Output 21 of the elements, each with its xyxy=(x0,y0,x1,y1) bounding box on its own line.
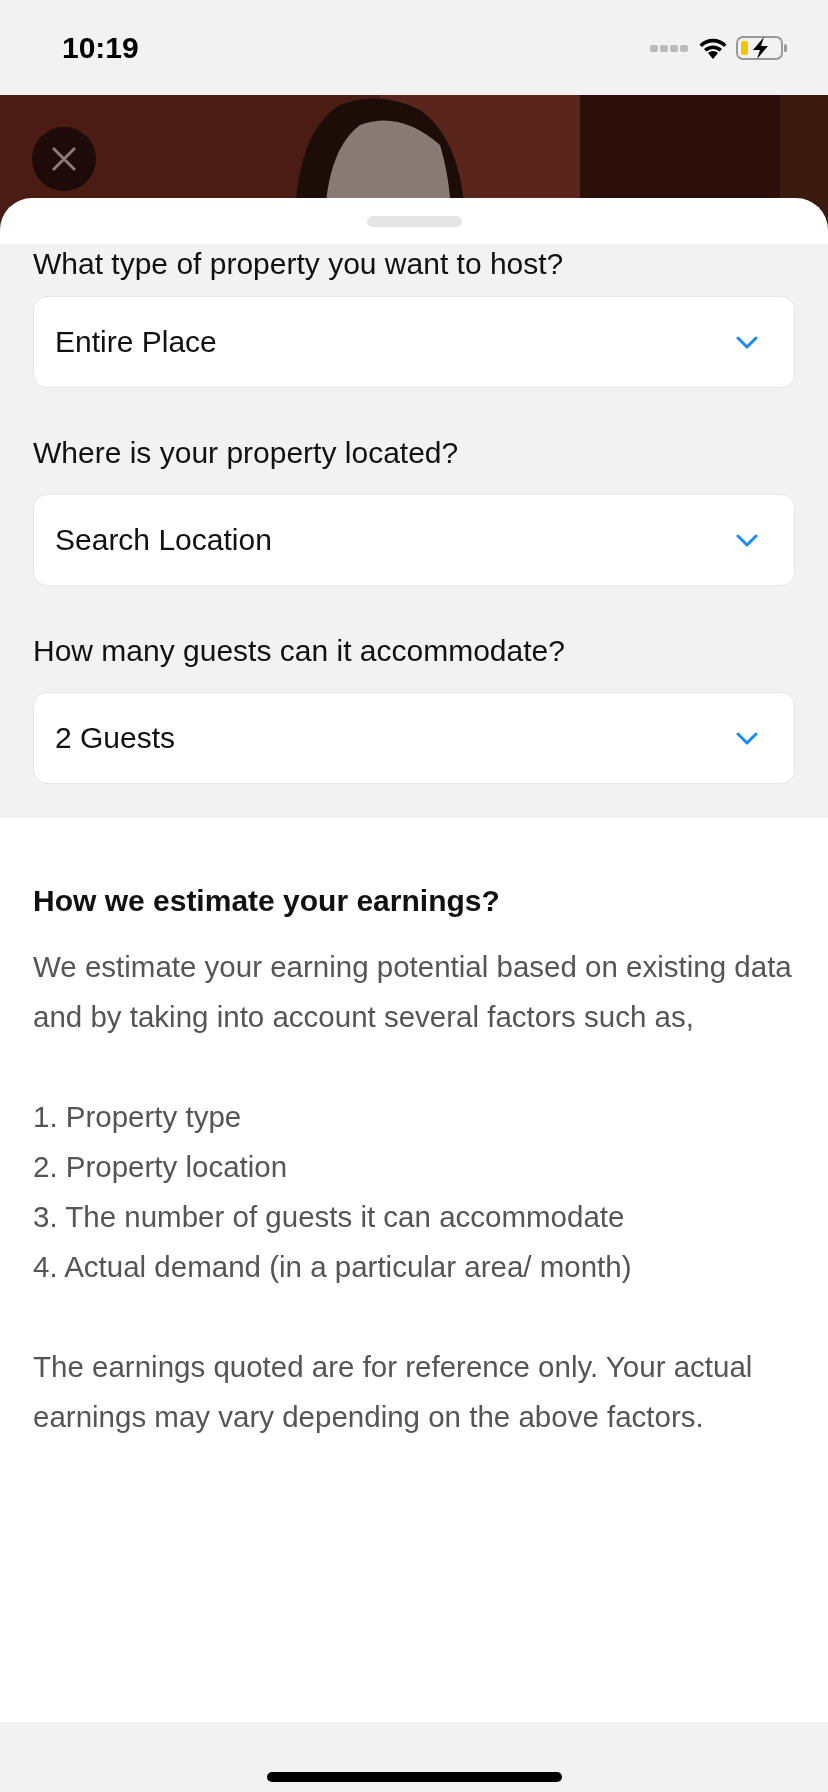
drag-handle[interactable] xyxy=(366,216,462,227)
question-label: How many guests can it accommodate? xyxy=(33,634,566,668)
chevron-down-icon xyxy=(736,533,758,547)
question-label: Where is your property located? xyxy=(33,436,460,470)
list-item: 4. Actual demand (in a particular area/ month) xyxy=(33,1249,633,1285)
dropdown-field[interactable]: Search Location xyxy=(33,494,795,586)
list-item: 1. Property type xyxy=(33,1099,243,1135)
battery-charging-icon xyxy=(736,34,788,61)
paragraph: We estimate your earning potential based on existing data and by taking into account several factors such as, xyxy=(33,949,793,1035)
status-time: 10:19 xyxy=(62,30,139,65)
chevron-down-icon xyxy=(736,335,758,349)
section-heading: How we estimate your earnings? xyxy=(33,884,501,918)
chevron-down-icon xyxy=(736,731,758,745)
paragraph: The earnings quoted are for reference only. Your actual earnings may vary depending on the above factors. xyxy=(33,1349,754,1435)
question-label: What type of property you want to host? xyxy=(33,246,565,282)
signal-icon xyxy=(650,42,690,53)
close-icon xyxy=(50,145,78,173)
list-item: 3. The number of guests it can accommodate xyxy=(33,1199,626,1235)
dropdown-field[interactable]: 2 Guests xyxy=(33,692,795,784)
dropdown-field[interactable]: Entire Place xyxy=(33,296,795,388)
list-item: 2. Property location xyxy=(33,1149,289,1185)
